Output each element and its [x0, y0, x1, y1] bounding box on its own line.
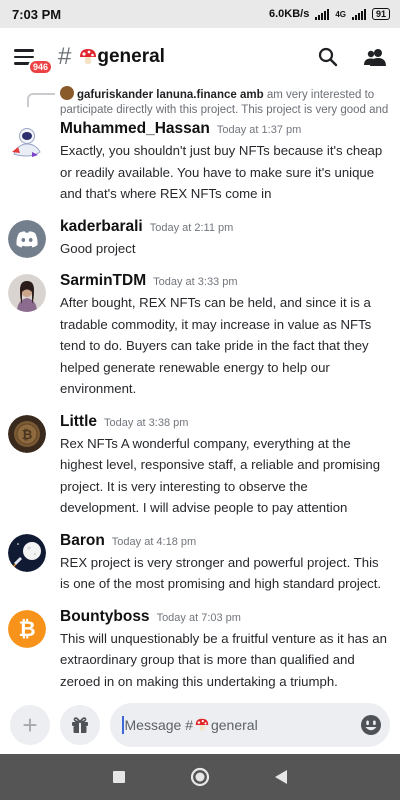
search-icon[interactable]	[318, 47, 338, 67]
battery-icon: 91	[371, 8, 390, 20]
message-text: This will unquestionably be a fruitful v…	[60, 630, 387, 689]
message-input[interactable]: Message # general	[110, 703, 390, 747]
message-body: Muhammed_Hassan Today at 1:37 pm Exactly…	[60, 120, 390, 205]
status-time: 7:03 PM	[12, 6, 62, 22]
add-attachment-button[interactable]: +	[10, 705, 50, 745]
text-caret	[122, 716, 124, 734]
message-timestamp: Today at 4:18 pm	[111, 535, 197, 548]
channel-hash-icon: #	[58, 43, 72, 70]
message-timestamp: Today at 3:38 pm	[104, 416, 189, 429]
user-avatar[interactable]	[8, 122, 46, 160]
recents-icon[interactable]	[112, 770, 126, 784]
message-header: SarminTDM Today at 3:33 pm	[60, 272, 390, 290]
astronaut-avatar	[8, 122, 46, 160]
status-bar: 7:03 PM 6.0KB/s 4G 91	[0, 0, 400, 28]
placeholder-channel: general	[210, 717, 258, 733]
message-placeholder: Message # general	[125, 717, 258, 733]
plus-icon: +	[22, 710, 38, 740]
message[interactable]: Baron Today at 4:18 pm REX project is ve…	[0, 530, 400, 595]
system-nav-bar	[0, 754, 400, 800]
message-author[interactable]: Bountyboss	[60, 608, 150, 626]
members-icon[interactable]	[364, 47, 386, 67]
network-type: 4G	[335, 9, 346, 19]
menu-button[interactable]: 946	[14, 43, 54, 75]
placeholder-prefix: Message #	[124, 717, 193, 733]
message-body: kaderbarali Today at 2:11 pm Good projec…	[60, 218, 390, 260]
net-speed: 6.0KB/s	[268, 8, 310, 20]
user-avatar[interactable]	[8, 274, 46, 312]
mushroom-icon	[195, 718, 209, 731]
bitcoin-coin-avatar: ₿	[8, 414, 46, 453]
emoji-icon[interactable]	[360, 714, 382, 736]
user-avatar[interactable]: ₿	[8, 609, 46, 648]
message[interactable]: kaderbarali Today at 2:11 pm Good projec…	[0, 216, 400, 260]
message-header: kaderbarali Today at 2:11 pm	[60, 218, 390, 236]
signal-icon	[315, 8, 330, 20]
message-body: Little Today at 3:38 pm Rex NFTs A wonde…	[60, 413, 390, 519]
message[interactable]: SarminTDM Today at 3:33 pm After bought,…	[0, 270, 400, 400]
message-header: Bountyboss Today at 7:03 pm	[60, 608, 390, 626]
user-avatar[interactable]: ₿	[8, 414, 46, 453]
reply-reference[interactable]: gafuriskander lanuna.finance amb am very…	[0, 86, 400, 118]
message-text: Exactly, you shouldn't just buy NFTs bec…	[60, 143, 383, 201]
message-author[interactable]: Muhammed_Hassan	[60, 120, 210, 138]
moon-rocket-avatar	[8, 533, 46, 572]
message-body: SarminTDM Today at 3:33 pm After bought,…	[60, 272, 390, 400]
reply-connector	[27, 93, 55, 107]
message-timestamp: Today at 7:03 pm	[156, 611, 241, 624]
message-header: Little Today at 3:38 pm	[60, 413, 390, 431]
message-timestamp: Today at 1:37 pm	[216, 124, 302, 136]
back-icon[interactable]	[274, 769, 288, 785]
photo-avatar	[8, 274, 46, 312]
message-header: Baron Today at 4:18 pm	[60, 532, 390, 550]
status-indicators: 6.0KB/s 4G 91	[269, 8, 390, 20]
channel-title[interactable]: general	[79, 46, 165, 68]
bitcoin-orange-avatar: ₿	[8, 609, 46, 648]
svg-text:₿: ₿	[18, 617, 35, 641]
message-text: After bought, REX NFTs can be held, and …	[60, 295, 372, 396]
message-text: Rex NFTs A wonderful company, everything…	[60, 435, 381, 516]
message-author[interactable]: Baron	[60, 532, 105, 550]
message[interactable]: ₿ Little Today at 3:38 pm Rex NFTs A won…	[0, 411, 400, 519]
reply-author: gafuriskander lanuna.finance amb	[77, 89, 264, 101]
message[interactable]: ₿ Bountyboss Today at 7:03 pm This will …	[0, 606, 400, 693]
message-text: REX project is very stronger and powerfu…	[60, 554, 382, 592]
channel-header: 946 # general	[0, 28, 400, 86]
discord-default-avatar	[8, 219, 46, 258]
home-icon[interactable]	[190, 767, 210, 787]
message-author[interactable]: kaderbarali	[60, 218, 143, 236]
mushroom-icon	[80, 49, 97, 64]
gift-icon	[72, 717, 88, 733]
message-text: Good project	[60, 240, 136, 256]
message-header: Muhammed_Hassan Today at 1:37 pm	[60, 120, 390, 138]
signal-icon-2	[351, 8, 366, 20]
message[interactable]: Muhammed_Hassan Today at 1:37 pm Exactly…	[0, 118, 400, 205]
reply-author-avatar	[60, 86, 74, 100]
gift-button[interactable]	[60, 705, 100, 745]
svg-text:₿: ₿	[22, 428, 33, 443]
battery-level: 91	[375, 8, 386, 19]
notification-badge: 946	[28, 59, 54, 75]
menu-icon-bar	[14, 49, 34, 52]
channel-name: general	[97, 46, 165, 67]
user-avatar[interactable]	[8, 533, 46, 572]
message-body: Bountyboss Today at 7:03 pm This will un…	[60, 608, 390, 693]
menu-icon-bar	[14, 55, 34, 59]
message-list[interactable]: gafuriskander lanuna.finance amb am very…	[0, 86, 400, 696]
header-actions	[318, 47, 386, 67]
message-composer: + Message # general	[0, 696, 400, 754]
user-avatar[interactable]	[8, 219, 46, 258]
message-timestamp: Today at 2:11 pm	[149, 221, 234, 234]
message-author[interactable]: SarminTDM	[60, 272, 146, 290]
message-body: Baron Today at 4:18 pm REX project is ve…	[60, 532, 390, 595]
message-timestamp: Today at 3:33 pm	[153, 276, 238, 288]
message-author[interactable]: Little	[60, 413, 97, 431]
